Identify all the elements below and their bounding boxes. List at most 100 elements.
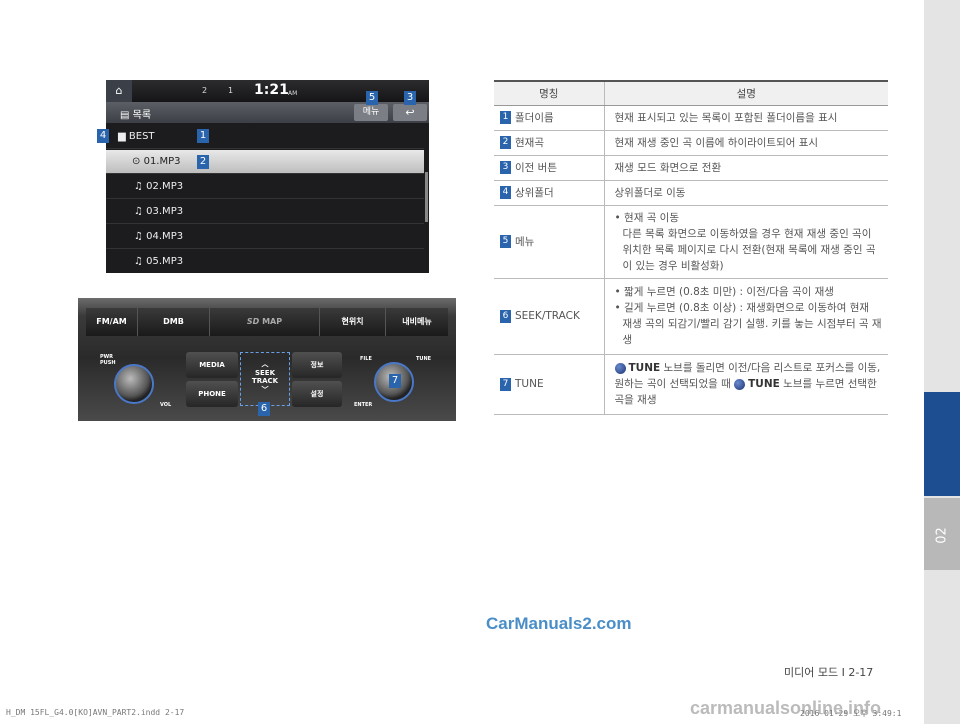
file-label: FILE xyxy=(360,356,372,362)
info-button: 정보 xyxy=(292,352,342,378)
screen-row: ♫ 03.MP3 xyxy=(106,200,424,224)
row-number: 6 xyxy=(500,309,511,323)
table-row: 7 TUNE TUNE 노브를 돌리면 이전/다음 리스트로 포커스를 이동, 원… xyxy=(494,354,888,415)
tune-word: TUNE xyxy=(748,378,780,390)
volume-knob xyxy=(114,364,154,404)
table-row: 4 상위폴더 상위폴더로 이동 xyxy=(494,180,888,206)
screen-clock-ampm: AM xyxy=(288,90,298,97)
screen-back-button: ↩ xyxy=(393,104,427,121)
row-number: 5 xyxy=(500,235,511,248)
screen-row: ♫ 02.MP3 xyxy=(106,175,424,199)
callout-5: 5 xyxy=(366,91,378,105)
table-cell-desc: 재생 모드 화면으로 전환 xyxy=(604,155,888,181)
table-cell-desc: 현재 표시되고 있는 목록이 포함된 폴더이름을 표시 xyxy=(604,105,888,131)
screen-clock: 1:21 xyxy=(254,82,289,98)
watermark-logo: CarManuals2.com xyxy=(486,614,632,633)
folder-icon: ▆ xyxy=(118,131,126,142)
screen-row-text: 02.MP3 xyxy=(146,181,184,192)
desc-line: • 짧게 누르면 (0.8초 미만) : 이전/다음 곡이 재생 xyxy=(614,286,834,298)
side-strip xyxy=(924,0,960,724)
table-cell-name: 2 현재곡 xyxy=(494,130,605,156)
table-cell-desc: 상위폴더로 이동 xyxy=(604,180,888,206)
screen-scrollbar xyxy=(425,172,428,222)
table-header-row: 명칭 설명 xyxy=(494,81,888,106)
status-indicator-1: 2 xyxy=(202,86,208,95)
callout-6: 6 xyxy=(258,402,270,416)
tune-knob-icon xyxy=(734,378,746,390)
play-icon: ⊙ xyxy=(132,156,141,167)
page-footer: 미디어 모드 I 2-17 xyxy=(784,666,874,679)
music-note-icon: ♫ xyxy=(134,256,143,267)
music-note-icon: ♫ xyxy=(134,181,143,192)
chevron-up-icon: ︿ xyxy=(261,360,269,368)
screen-row-text: 05.MP3 xyxy=(146,256,184,267)
fm-am-button: FM/AM xyxy=(86,308,138,336)
enter-label: ENTER xyxy=(354,402,373,408)
row-name: 현재곡 xyxy=(515,136,544,149)
tune-word: TUNE xyxy=(628,362,661,374)
table-cell-name: 4 상위폴더 xyxy=(494,180,605,206)
current-position-button: 현위치 xyxy=(320,308,386,336)
screen-title: ▤ 목록 xyxy=(120,110,152,121)
table-row: 6 SEEK/TRACK • 짧게 누르면 (0.8초 미만) : 이전/다음 곡… xyxy=(494,278,888,355)
music-note-icon: ♫ xyxy=(134,231,143,242)
side-tab-label: 02 xyxy=(934,527,950,544)
table-cell-desc: TUNE 노브를 돌리면 이전/다음 리스트로 포커스를 이동, 원하는 곡이 … xyxy=(604,354,888,415)
callout-1: 1 xyxy=(197,129,209,143)
push-label: PUSH xyxy=(100,360,116,366)
row-number: 4 xyxy=(500,186,511,199)
table-cell-name: 5 메뉴 xyxy=(494,205,605,279)
table-cell-desc: 현재 재생 중인 곡 이름에 하이라이트되어 표시 xyxy=(604,130,888,156)
settings-button: 설정 xyxy=(292,381,342,407)
desc-line: • 현재 곡 이동 xyxy=(614,211,680,224)
music-note-icon: ♫ xyxy=(134,206,143,217)
table-cell-name: 1 폴더이름 xyxy=(494,105,605,131)
screen-row-text: 01.MP3 xyxy=(143,156,181,167)
status-indicator-2: 1 xyxy=(228,86,234,95)
tune-knob-icon xyxy=(614,362,626,374)
row-name: 상위폴더 xyxy=(515,186,554,199)
row-number: 1 xyxy=(500,111,511,124)
screen-row: ♫ 05.MP3 xyxy=(106,250,424,273)
table-row: 1 폴더이름 현재 표시되고 있는 목록이 포함된 폴더이름을 표시 xyxy=(494,105,888,131)
seek-label: SEEK xyxy=(254,369,276,377)
table-row: 5 메뉴 • 현재 곡 이동 다른 목록 화면으로 이동하였을 경우 현재 재생 … xyxy=(494,205,888,279)
row-number: 7 xyxy=(500,377,511,391)
callout-2: 2 xyxy=(197,155,209,169)
desc-line: • 길게 누르면 (0.8초 이상) : 재생화면으로 이동하여 현재 재생 곡… xyxy=(614,302,882,346)
print-date: 2016-01-29 오후 3:49:1 xyxy=(800,709,902,718)
row-number: 2 xyxy=(500,136,511,149)
desc-line: 다른 목록 화면으로 이동하였을 경우 현재 재생 중인 곡이 위치한 목록 페… xyxy=(622,227,876,272)
file-slug: H_DM 15FL_G4.0[KO]AVN_PART2.indd 2-17 xyxy=(6,708,185,717)
screen-row-text: 04.MP3 xyxy=(146,231,184,242)
table-cell-desc: • 짧게 누르면 (0.8초 미만) : 이전/다음 곡이 재생 • 길게 누르… xyxy=(604,278,888,355)
header-name: 명칭 xyxy=(494,81,605,106)
phone-button: PHONE xyxy=(186,381,238,407)
tune-label: TUNE xyxy=(416,356,432,362)
screen-row-text: 03.MP3 xyxy=(146,206,184,217)
table-cell-name: 7 TUNE xyxy=(494,354,605,415)
map-button: SD MAP xyxy=(210,308,320,336)
map-label: MAP xyxy=(262,317,283,326)
dmb-button: DMB xyxy=(138,308,210,336)
nav-menu-button: 내비메뉴 xyxy=(386,308,448,336)
table-cell-name: 6 SEEK/TRACK xyxy=(494,278,605,355)
callout-4: 4 xyxy=(97,129,109,143)
row-name: TUNE xyxy=(515,378,544,390)
table-row: 2 현재곡 현재 재생 중인 곡 이름에 하이라이트되어 표시 xyxy=(494,130,888,156)
chevron-down-icon: ﹀ xyxy=(261,386,269,394)
table-cell-name: 3 이전 버튼 xyxy=(494,155,605,181)
screen-row-folder: ▆ BEST xyxy=(106,125,424,149)
home-icon: ⌂ xyxy=(106,80,132,102)
callout-7: 7 xyxy=(389,374,401,388)
screen-menu-button: 메뉴 xyxy=(354,104,388,121)
track-label: TRACK xyxy=(251,377,279,385)
row-name: 이전 버튼 xyxy=(515,161,557,174)
side-tab-active xyxy=(924,392,960,496)
row-name: SEEK/TRACK xyxy=(515,310,580,322)
row-number: 3 xyxy=(500,161,511,174)
header-desc: 설명 xyxy=(604,81,888,106)
row-name: 메뉴 xyxy=(515,235,535,248)
map-brand: SD xyxy=(246,317,260,326)
screen-row-current: ⊙ 01.MP3 xyxy=(106,150,424,174)
